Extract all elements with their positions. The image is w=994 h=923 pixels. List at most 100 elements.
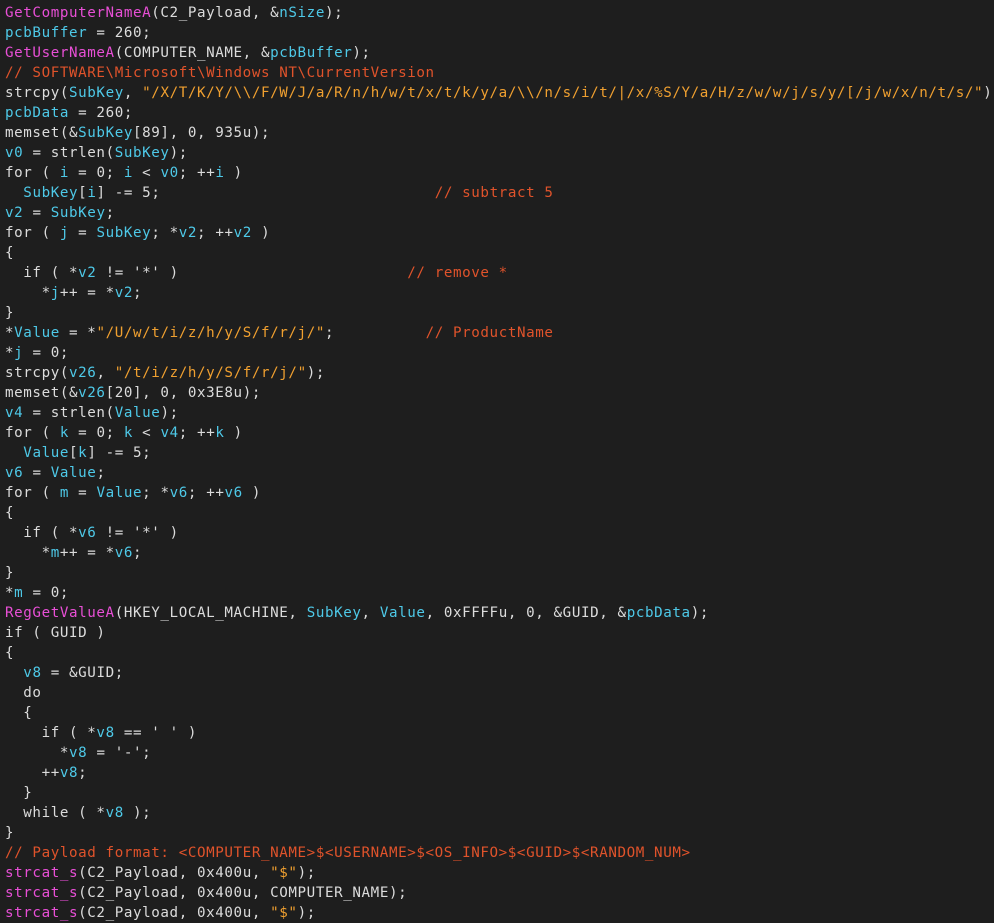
code-text: = strlen( <box>23 145 115 161</box>
code-text: < <box>133 425 161 441</box>
code-text: [ <box>78 185 88 201</box>
code-text: * <box>5 345 15 361</box>
code-text: ] -= 5; <box>96 185 435 201</box>
code-line[interactable]: *Value = *"/U/w/t/i/z/h/y/S/f/r/j/"; // … <box>0 323 994 343</box>
comment: // ProductName <box>425 325 554 341</box>
code-line[interactable]: if ( GUID ) <box>0 623 994 643</box>
code-text: ); <box>352 45 371 61</box>
code-line[interactable]: strcat_s(C2_Payload, 0x400u, "$"); <box>0 863 994 883</box>
code-line[interactable]: v6 = Value; <box>0 463 994 483</box>
code-text: ); <box>169 145 188 161</box>
code-line[interactable]: Value[k] -= 5; <box>0 443 994 463</box>
code-line[interactable]: GetComputerNameA(C2_Payload, &nSize); <box>0 3 994 23</box>
code-text: strcpy( <box>5 365 69 381</box>
code-line[interactable]: { <box>0 243 994 263</box>
code-text: ) <box>224 165 243 181</box>
code-text: { <box>5 645 15 661</box>
identifier: v2 <box>5 205 24 221</box>
identifier: SubKey <box>23 185 79 201</box>
code-text: (C2_Payload, 0x400u, <box>78 905 271 921</box>
code-text: = 0; <box>69 165 124 181</box>
identifier: v6 <box>78 525 97 541</box>
code-text: == ' ' ) <box>114 725 197 741</box>
code-line[interactable]: strcpy(SubKey, "/X/T/K/Y/\\/F/W/J/a/R/n/… <box>0 83 994 103</box>
code-line[interactable]: GetUserNameA(COMPUTER_NAME, &pcbBuffer); <box>0 43 994 63</box>
code-line[interactable]: pcbData = 260; <box>0 103 994 123</box>
code-line[interactable]: v0 = strlen(SubKey); <box>0 143 994 163</box>
code-line[interactable]: v4 = strlen(Value); <box>0 403 994 423</box>
code-line[interactable]: RegGetValueA(HKEY_LOCAL_MACHINE, SubKey,… <box>0 603 994 623</box>
code-text: ; <box>133 545 143 561</box>
code-text: = <box>23 465 51 481</box>
code-text: while ( * <box>5 805 106 821</box>
code-line[interactable]: *j = 0; <box>0 343 994 363</box>
code-text: ; <box>105 205 115 221</box>
code-line[interactable]: memset(&v26[20], 0, 0x3E8u); <box>0 383 994 403</box>
code-line[interactable]: v8 = &GUID; <box>0 663 994 683</box>
code-line[interactable]: if ( *v8 == ' ' ) <box>0 723 994 743</box>
code-line[interactable]: if ( *v2 != '*' ) // remove * <box>0 263 994 283</box>
code-line[interactable]: for ( m = Value; *v6; ++v6 ) <box>0 483 994 503</box>
code-line[interactable]: if ( *v6 != '*' ) <box>0 523 994 543</box>
code-line[interactable]: { <box>0 503 994 523</box>
code-text: * <box>5 325 15 341</box>
code-text: ] -= 5; <box>87 445 152 461</box>
code-line[interactable]: for ( j = SubKey; *v2; ++v2 ) <box>0 223 994 243</box>
code-line[interactable]: } <box>0 563 994 583</box>
code-line[interactable]: } <box>0 783 994 803</box>
code-line[interactable]: // SOFTWARE\Microsoft\Windows NT\Current… <box>0 63 994 83</box>
identifier: v6 <box>224 485 243 501</box>
code-line[interactable]: *v8 = '-'; <box>0 743 994 763</box>
code-line[interactable]: v2 = SubKey; <box>0 203 994 223</box>
code-line[interactable]: } <box>0 303 994 323</box>
identifier: v26 <box>78 385 106 401</box>
code-text: = <box>23 205 51 221</box>
function-name: GetUserNameA <box>5 45 115 61</box>
code-line[interactable]: ++v8; <box>0 763 994 783</box>
code-text: ; ++ <box>178 165 216 181</box>
code-line[interactable]: for ( i = 0; i < v0; ++i ) <box>0 163 994 183</box>
code-text: ++ = * <box>59 545 115 561</box>
code-text: if ( * <box>5 525 79 541</box>
code-text: for ( <box>5 225 60 241</box>
code-line[interactable]: } <box>0 823 994 843</box>
code-text: if ( * <box>5 725 97 741</box>
identifier: pcbData <box>5 105 69 121</box>
code-line[interactable]: { <box>0 703 994 723</box>
code-text: [89], 0, 935u); <box>133 125 271 141</box>
identifier: v8 <box>96 725 115 741</box>
pseudocode-view[interactable]: GetComputerNameA(C2_Payload, &nSize); pcb… <box>0 0 994 923</box>
code-line[interactable]: while ( *v8 ); <box>0 803 994 823</box>
code-text: * <box>5 585 15 601</box>
code-text: [20], 0, 0x3E8u); <box>105 385 261 401</box>
comment: // SOFTWARE\Microsoft\Windows NT\Current… <box>5 65 435 81</box>
code-line[interactable]: // Payload format: <COMPUTER_NAME>$<USER… <box>0 843 994 863</box>
function-name: strcat_s <box>5 865 79 881</box>
code-line[interactable]: { <box>0 643 994 663</box>
identifier: m <box>59 485 70 501</box>
identifier: pcbBuffer <box>5 25 88 41</box>
identifier: Value <box>23 445 70 461</box>
function-name: GetComputerNameA <box>5 5 152 21</box>
code-text: * <box>5 545 51 561</box>
code-line[interactable]: do <box>0 683 994 703</box>
identifier: v6 <box>5 465 24 481</box>
identifier: pcbData <box>626 605 691 621</box>
code-line[interactable]: memset(&SubKey[89], 0, 935u); <box>0 123 994 143</box>
code-line[interactable]: *j++ = *v2; <box>0 283 994 303</box>
code-line[interactable]: *m++ = *v6; <box>0 543 994 563</box>
code-text: ; <box>78 765 88 781</box>
code-text: (C2_Payload, 0x400u, <box>78 865 271 881</box>
code-line[interactable]: strcpy(v26, "/t/i/z/h/y/S/f/r/j/"); <box>0 363 994 383</box>
code-line[interactable]: for ( k = 0; k < v4; ++k ) <box>0 423 994 443</box>
code-line[interactable]: strcat_s(C2_Payload, 0x400u, "$"); <box>0 903 994 923</box>
code-text: != '*' ) <box>96 265 408 281</box>
code-line[interactable]: SubKey[i] -= 5; // subtract 5 <box>0 183 994 203</box>
code-line[interactable]: strcat_s(C2_Payload, 0x400u, COMPUTER_NA… <box>0 883 994 903</box>
code-text: , <box>361 605 380 621</box>
code-line[interactable]: *m = 0; <box>0 583 994 603</box>
identifier: SubKey <box>114 145 170 161</box>
code-line[interactable]: pcbBuffer = 260; <box>0 23 994 43</box>
code-text: * <box>5 745 69 761</box>
